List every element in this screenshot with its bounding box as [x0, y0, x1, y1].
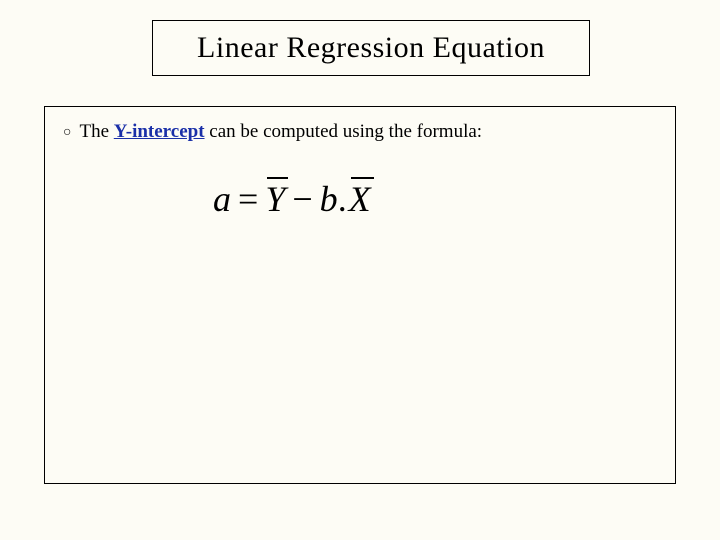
dot-operator: . [339, 179, 349, 219]
slide-title: Linear Regression Equation [197, 31, 545, 65]
var-a: a [213, 179, 232, 219]
formula-region: a=Y−b.X [213, 178, 657, 220]
var-b: b [320, 179, 339, 219]
bullet-prefix: The [79, 121, 113, 142]
minus-sign: − [286, 179, 319, 219]
equals-sign: = [232, 179, 265, 219]
content-box: ○ The Y-intercept can be computed using … [44, 106, 676, 484]
y-intercept-term: Y-intercept [114, 121, 205, 142]
bullet-suffix: can be computed using the formula: [205, 121, 483, 142]
formula: a=Y−b.X [213, 179, 372, 219]
slide: Linear Regression Equation ○ The Y-inter… [0, 0, 720, 540]
bullet-text: The Y-intercept can be computed using th… [79, 121, 482, 144]
var-X-bar: X [349, 178, 372, 220]
bullet-marker: ○ [63, 125, 71, 142]
bullet-item: ○ The Y-intercept can be computed using … [63, 121, 657, 144]
title-box: Linear Regression Equation [152, 20, 590, 76]
var-Y-bar: Y [265, 178, 286, 220]
